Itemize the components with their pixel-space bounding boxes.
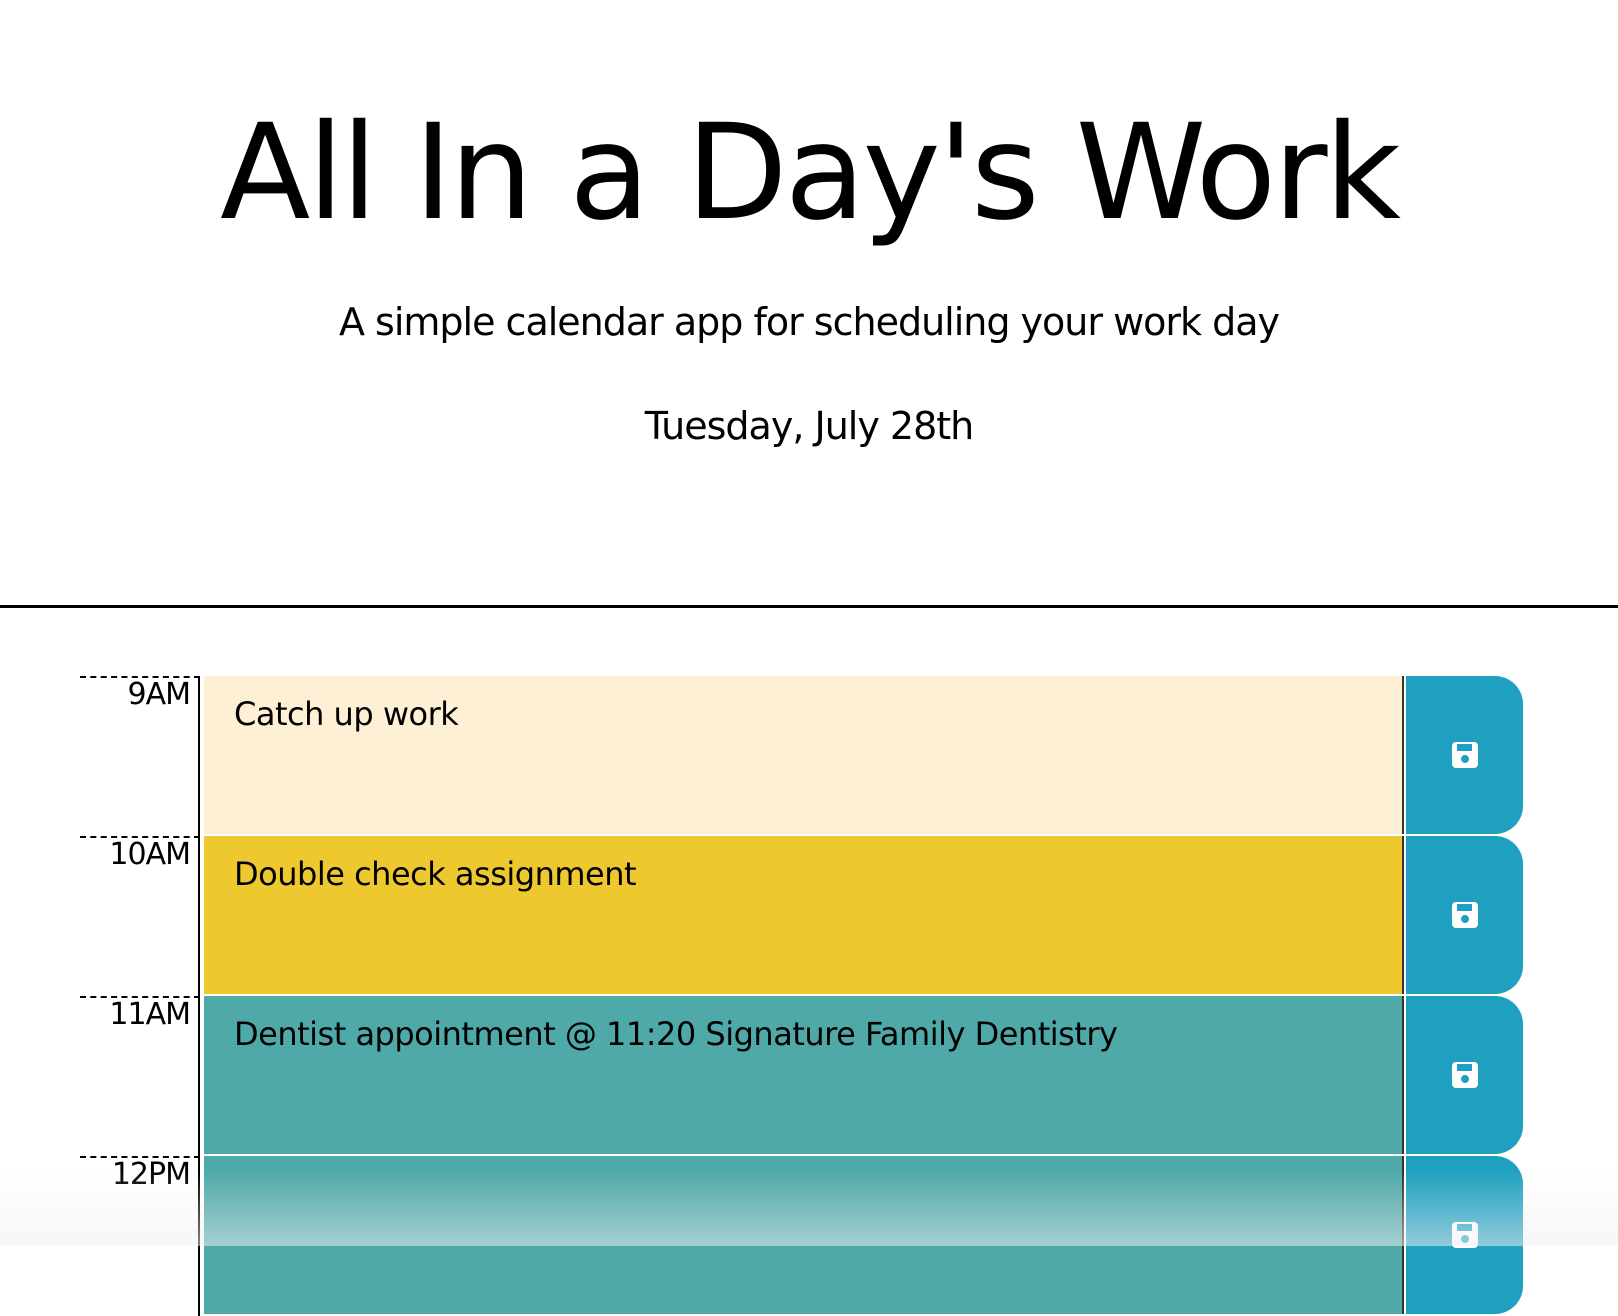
- hour-label: 9AM: [80, 676, 200, 836]
- save-button[interactable]: [1406, 996, 1523, 1154]
- save-button[interactable]: [1406, 676, 1523, 834]
- event-description[interactable]: [204, 1156, 1404, 1314]
- save-button[interactable]: [1406, 836, 1523, 994]
- save-icon: [1451, 742, 1478, 768]
- header: All In a Day's Work A simple calendar ap…: [0, 0, 1618, 608]
- save-icon: [1451, 1222, 1478, 1248]
- event-description[interactable]: Dentist appointment @ 11:20 Signature Fa…: [204, 996, 1404, 1154]
- save-icon: [1451, 902, 1478, 928]
- scheduler: 9AM Catch up work 10AM Double check assi…: [80, 676, 1525, 1316]
- time-block-12pm: 12PM: [80, 1156, 1525, 1316]
- event-description[interactable]: Catch up work: [204, 676, 1404, 834]
- page-subtitle: A simple calendar app for scheduling you…: [338, 300, 1280, 344]
- page-title: All In a Day's Work: [220, 96, 1401, 250]
- hour-label: 11AM: [80, 996, 200, 1156]
- current-day: Tuesday, July 28th: [644, 404, 975, 448]
- hour-label: 10AM: [80, 836, 200, 996]
- time-block-10am: 10AM Double check assignment: [80, 836, 1525, 996]
- event-description[interactable]: Double check assignment: [204, 836, 1404, 994]
- save-button[interactable]: [1406, 1156, 1523, 1314]
- time-block-11am: 11AM Dentist appointment @ 11:20 Signatu…: [80, 996, 1525, 1156]
- save-icon: [1451, 1062, 1478, 1088]
- time-block-9am: 9AM Catch up work: [80, 676, 1525, 836]
- hour-label: 12PM: [80, 1156, 200, 1316]
